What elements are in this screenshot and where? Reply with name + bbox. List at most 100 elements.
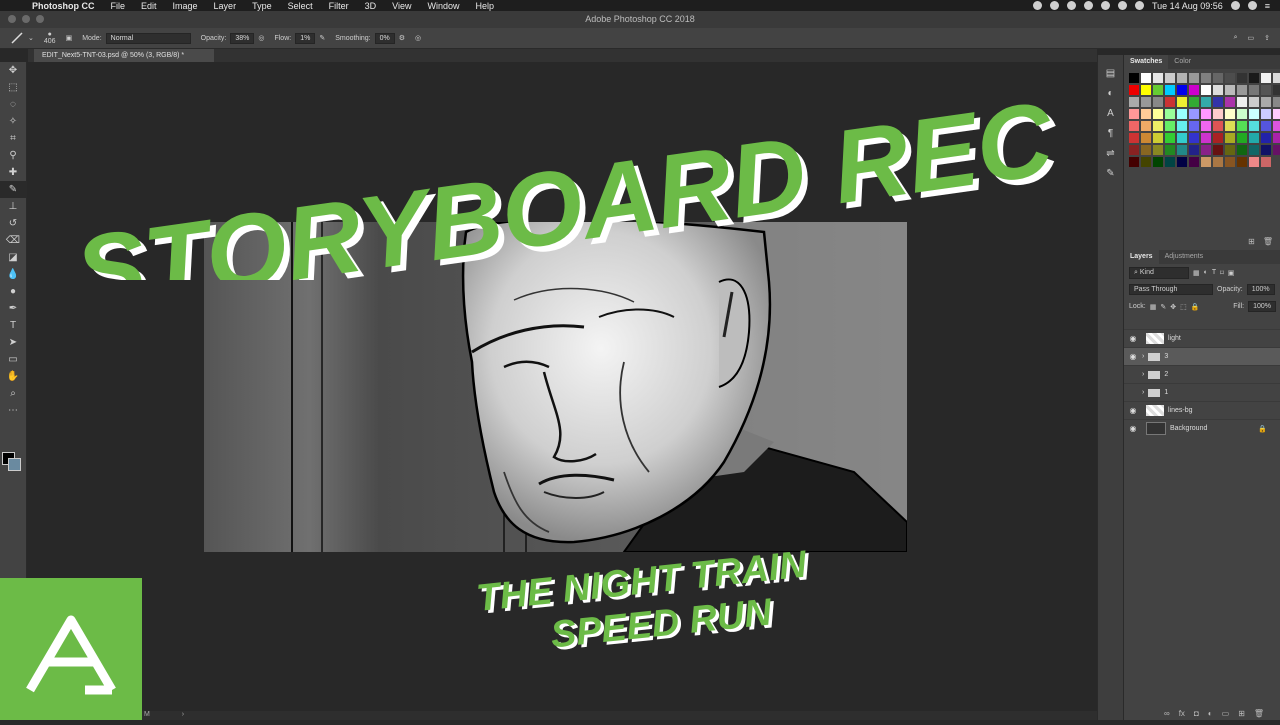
swatch-cell[interactable] [1177, 73, 1187, 83]
new-swatch-icon[interactable]: ⊞ [1248, 237, 1255, 246]
swatch-cell[interactable] [1237, 145, 1247, 155]
menu-filter[interactable]: Filter [321, 1, 357, 11]
swatch-cell[interactable] [1249, 145, 1259, 155]
swatch-cell[interactable] [1261, 73, 1271, 83]
filter-smart-object-icon[interactable]: ▣ [1228, 269, 1235, 277]
menu-layer[interactable]: Layer [206, 1, 245, 11]
swatch-cell[interactable] [1153, 109, 1163, 119]
swatch-cell[interactable] [1225, 97, 1235, 107]
swatch-cell[interactable] [1201, 157, 1211, 167]
smoothing-settings-gear-icon[interactable]: ⚙ [399, 34, 405, 42]
swatch-cell[interactable] [1165, 97, 1175, 107]
swatch-cell[interactable] [1249, 121, 1259, 131]
adjustment-layer-icon[interactable]: ◐ [1208, 709, 1213, 718]
swatch-cell[interactable] [1261, 85, 1271, 95]
notification-center-icon[interactable]: ≡ [1265, 1, 1270, 11]
zoom-tool-icon[interactable]: ⌕ [0, 385, 26, 402]
tab-color[interactable]: Color [1168, 55, 1197, 69]
marquee-tool-icon[interactable]: ⬚ [0, 79, 26, 96]
swatch-cell[interactable] [1261, 145, 1271, 155]
swatch-cell[interactable] [1237, 73, 1247, 83]
visibility-eye-icon[interactable]: ◉ [1124, 352, 1142, 361]
swatch-cell[interactable] [1261, 121, 1271, 131]
swatch-cell[interactable] [1165, 109, 1175, 119]
swatch-cell[interactable] [1273, 121, 1280, 131]
airbrush-icon[interactable]: ✎ [319, 34, 325, 42]
swatch-cell[interactable] [1261, 133, 1271, 143]
menu-window[interactable]: Window [419, 1, 467, 11]
menu-edit[interactable]: Edit [133, 1, 165, 11]
swatch-cell[interactable] [1141, 145, 1151, 155]
swatch-cell[interactable] [1129, 97, 1139, 107]
swatch-cell[interactable] [1129, 157, 1139, 167]
swatch-cell[interactable] [1129, 109, 1139, 119]
swatch-cell[interactable] [1177, 133, 1187, 143]
lock-artboard-icon[interactable]: ⬚ [1180, 303, 1187, 311]
pressure-size-icon[interactable]: ◎ [415, 34, 421, 42]
swatch-cell[interactable] [1141, 73, 1151, 83]
cloud-icon[interactable] [1084, 1, 1093, 10]
character-panel-icon[interactable]: A [1098, 103, 1123, 123]
smoothing-field[interactable]: 0% [374, 32, 395, 44]
brush-tool-icon[interactable]: ✎ [0, 181, 26, 198]
swatch-cell[interactable] [1189, 73, 1199, 83]
brush-preset-picker[interactable]: ● 406 [44, 31, 56, 45]
swatch-cell[interactable] [1189, 145, 1199, 155]
swatch-cell[interactable] [1165, 73, 1175, 83]
swatch-cell[interactable] [1189, 157, 1199, 167]
swatch-cell[interactable] [1201, 109, 1211, 119]
swatch-cell[interactable] [1189, 133, 1199, 143]
swatch-cell[interactable] [1129, 73, 1139, 83]
lasso-tool-icon[interactable]: ◌ [0, 96, 26, 113]
swatch-cell[interactable] [1249, 133, 1259, 143]
swatch-cell[interactable] [1189, 109, 1199, 119]
swatch-cell[interactable] [1237, 121, 1247, 131]
menu-3d[interactable]: 3D [357, 1, 385, 11]
layer-style-icon[interactable]: fx [1179, 709, 1185, 718]
swatch-cell[interactable] [1225, 133, 1235, 143]
filter-shape-icon[interactable]: ⌑ [1220, 269, 1224, 277]
add-mask-icon[interactable]: ◘ [1194, 709, 1199, 718]
visibility-eye-icon[interactable]: ◉ [1124, 334, 1142, 343]
dodge-tool-icon[interactable]: ● [0, 283, 26, 300]
swatch-cell[interactable] [1213, 145, 1223, 155]
document-tab[interactable]: EDIT_Next5-TNT-03.psd @ 50% (3, RGB/8) * [34, 49, 214, 62]
swatch-cell[interactable] [1249, 73, 1259, 83]
swatch-cell[interactable] [1237, 133, 1247, 143]
hand-tool-icon[interactable]: ✋ [0, 368, 26, 385]
swatch-cell[interactable] [1273, 145, 1280, 155]
type-tool-icon[interactable]: T [0, 317, 26, 334]
menu-image[interactable]: Image [165, 1, 206, 11]
wifi-icon[interactable] [1101, 1, 1110, 10]
mode-select[interactable]: Normal [105, 32, 191, 44]
brush-panel-icon[interactable]: ✎ [1098, 163, 1123, 183]
swatch-cell[interactable] [1177, 85, 1187, 95]
swatch-cell[interactable] [1177, 97, 1187, 107]
siri-icon[interactable] [1247, 1, 1257, 10]
healing-brush-tool-icon[interactable]: ✚ [0, 164, 26, 181]
swatch-cell[interactable] [1249, 85, 1259, 95]
swatch-cell[interactable] [1225, 85, 1235, 95]
swatch-cell[interactable] [1153, 85, 1163, 95]
history-brush-tool-icon[interactable]: ↺ [0, 215, 26, 232]
layer-opacity-field[interactable]: 100% [1246, 284, 1275, 295]
swatch-cell[interactable] [1225, 157, 1235, 167]
swatch-cell[interactable] [1237, 85, 1247, 95]
swatch-cell[interactable] [1129, 85, 1139, 95]
battery-icon[interactable] [1135, 1, 1144, 10]
swatch-cell[interactable] [1273, 73, 1280, 83]
layer-row-background[interactable]: ◉ Background 🔒 [1124, 419, 1280, 437]
filter-type-icon[interactable]: T [1212, 269, 1216, 276]
pen-tool-icon[interactable]: ✒ [0, 300, 26, 317]
share-icon[interactable]: ⇪ [1264, 34, 1270, 42]
visibility-eye-icon[interactable]: ◉ [1124, 424, 1142, 433]
sync-icon[interactable] [1067, 1, 1076, 10]
swatch-cell[interactable] [1141, 121, 1151, 131]
swatch-cell[interactable] [1129, 121, 1139, 131]
flow-field[interactable]: 1% [295, 32, 316, 44]
swatch-cell[interactable] [1141, 157, 1151, 167]
paint-bucket-tool-icon[interactable]: ◪ [0, 249, 26, 266]
swatch-cell[interactable] [1165, 145, 1175, 155]
shape-tool-icon[interactable]: ▭ [0, 351, 26, 368]
status-icon[interactable] [1033, 1, 1042, 10]
